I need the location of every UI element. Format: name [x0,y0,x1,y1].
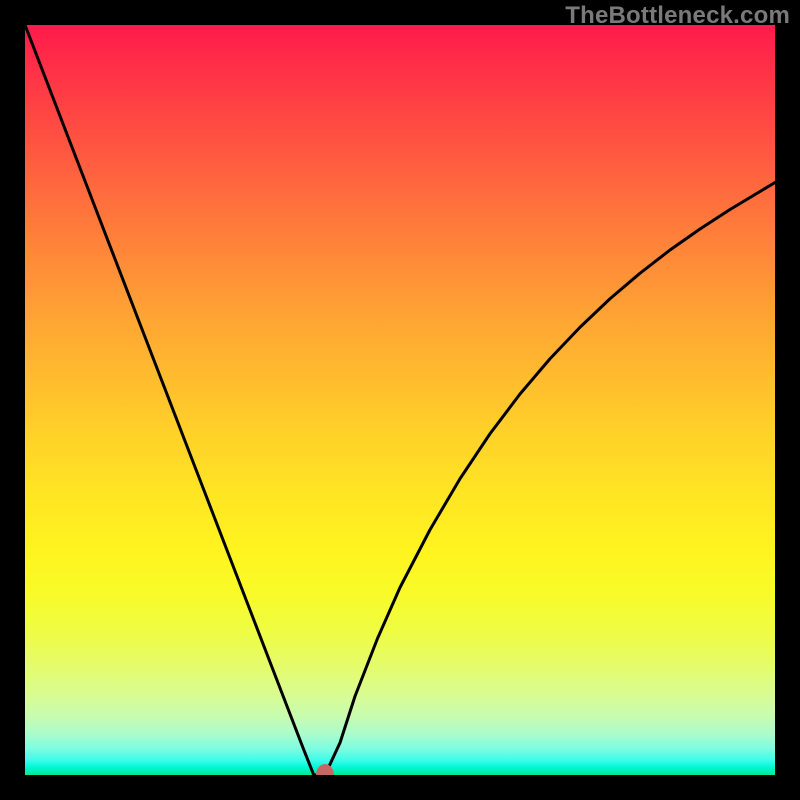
chart-container: TheBottleneck.com [0,0,800,800]
bottleneck-curve [25,25,775,775]
curve-layer [25,25,775,775]
plot-area [25,25,775,775]
watermark-text: TheBottleneck.com [565,2,790,30]
